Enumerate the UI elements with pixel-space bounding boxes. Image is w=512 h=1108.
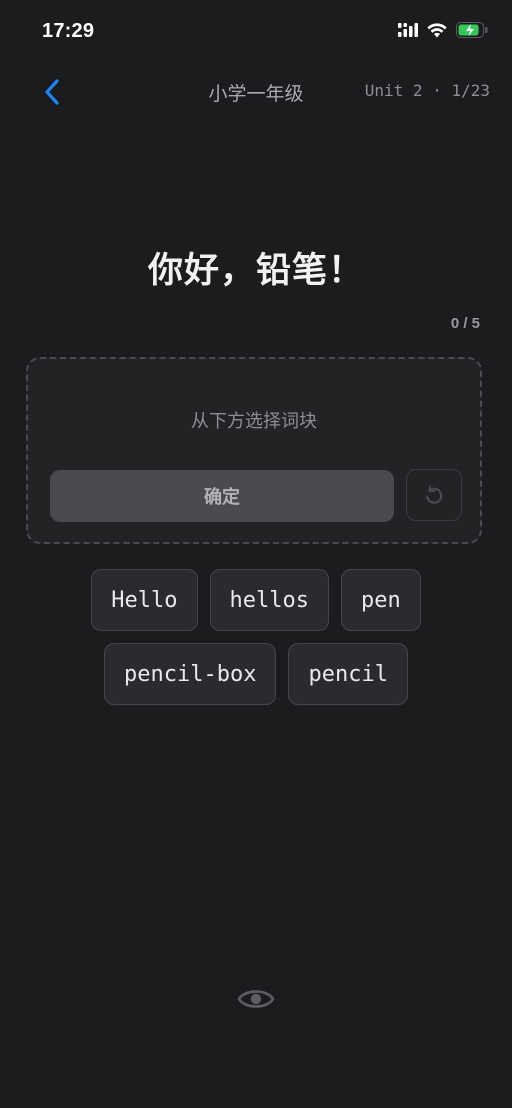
nav-bar: 小学一年级 Unit 2 · 1/23 xyxy=(0,64,512,118)
wifi-icon xyxy=(427,22,447,37)
word-chip[interactable]: pencil-box xyxy=(104,643,277,705)
selection-counter: 0 / 5 xyxy=(450,315,480,332)
answer-drop-zone[interactable]: 从下方选择词块 确定 xyxy=(26,357,482,544)
reveal-answer-button[interactable] xyxy=(236,982,276,1016)
word-chip[interactable]: pen xyxy=(340,569,421,631)
reset-button[interactable] xyxy=(406,469,462,521)
status-time: 17:29 xyxy=(42,20,95,42)
unit-progress: Unit 2 · 1/23 xyxy=(364,81,490,100)
battery-charging-icon xyxy=(456,22,488,38)
status-bar: 17:29 xyxy=(0,0,512,64)
word-chip[interactable]: Hello xyxy=(91,569,198,631)
cellular-signal-icon xyxy=(398,23,418,37)
status-icons xyxy=(398,22,488,38)
word-bank-row: Hello hellos pen xyxy=(0,569,512,631)
eye-icon xyxy=(237,990,275,1008)
undo-icon xyxy=(426,485,443,504)
sentence-prompt: 你好，铅笔！ xyxy=(147,251,364,290)
word-chip[interactable]: hellos xyxy=(209,569,329,631)
nav-title: 小学一年级 xyxy=(208,84,304,105)
answer-placeholder: 从下方选择词块 xyxy=(191,411,317,431)
word-bank-row: pencil-box pencil xyxy=(0,643,512,705)
word-chip[interactable]: pencil xyxy=(288,643,408,705)
confirm-button[interactable]: 确定 xyxy=(50,470,394,522)
word-bank: Hello hellos pen pencil-box pencil xyxy=(0,569,512,717)
